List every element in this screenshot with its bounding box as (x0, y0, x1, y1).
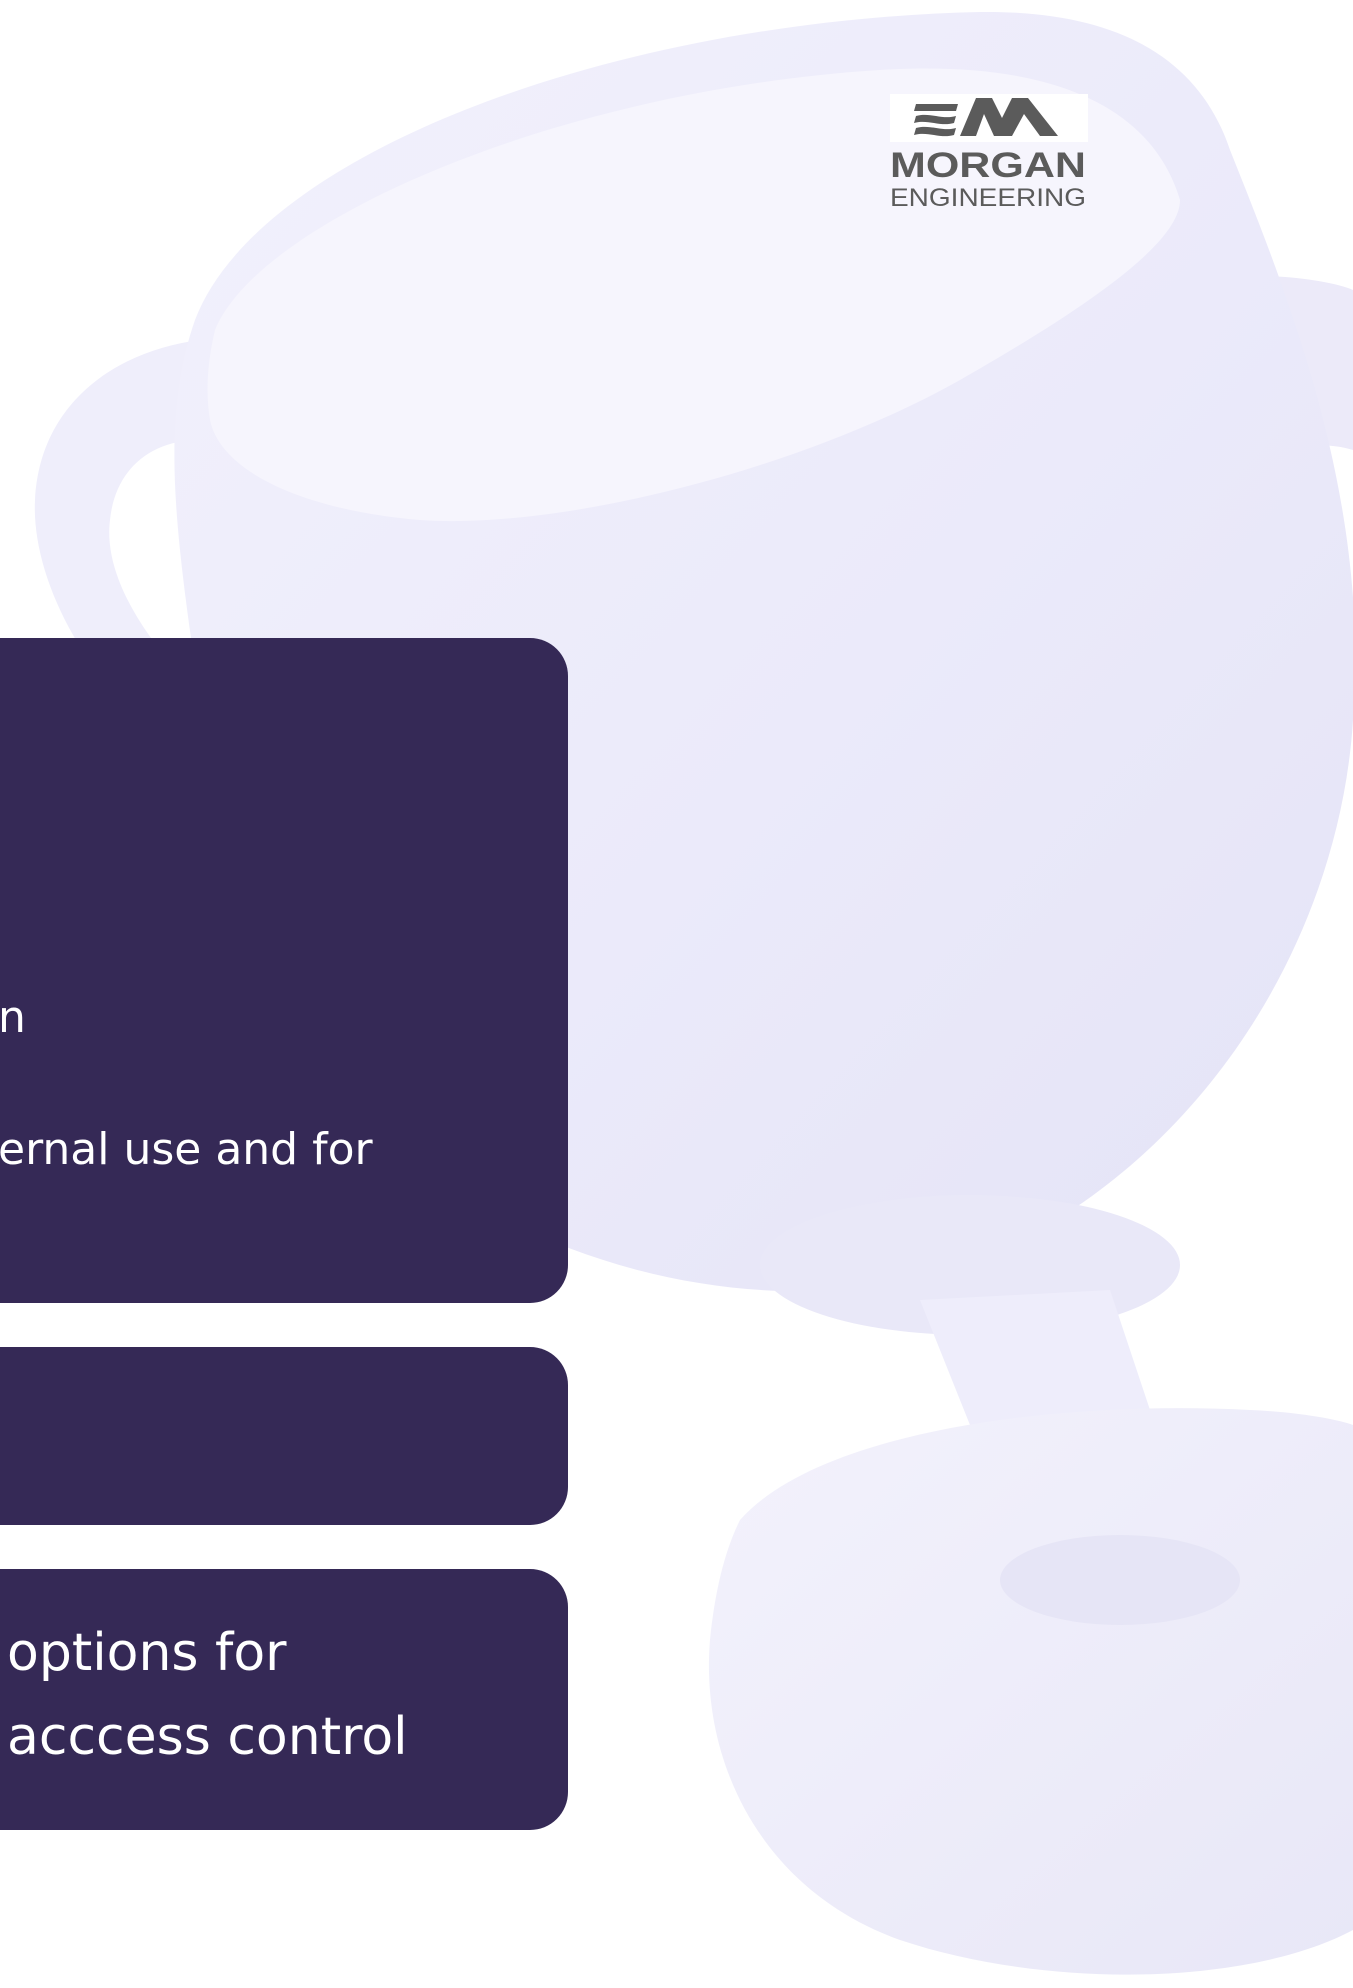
logo-word-engineering: ENGINEERING (890, 184, 1086, 212)
morgan-engineering-logo: MORGAN ENGINEERING (890, 94, 1088, 212)
logo-word-morgan: MORGAN (890, 146, 1086, 185)
company-logo: MORGAN ENGINEERING (890, 94, 1088, 212)
info-card-3: options for acccess control (0, 1569, 568, 1830)
waves-icon (914, 104, 958, 137)
info-card-2 (0, 1347, 568, 1525)
info-card-1: n ernal use and for (0, 638, 568, 1303)
card-3-line-2: acccess control (7, 1707, 408, 1767)
card-1-line-2: ernal use and for (0, 1124, 373, 1175)
card-1-line-1: n (0, 992, 26, 1043)
card-3-line-1: options for (7, 1623, 287, 1683)
